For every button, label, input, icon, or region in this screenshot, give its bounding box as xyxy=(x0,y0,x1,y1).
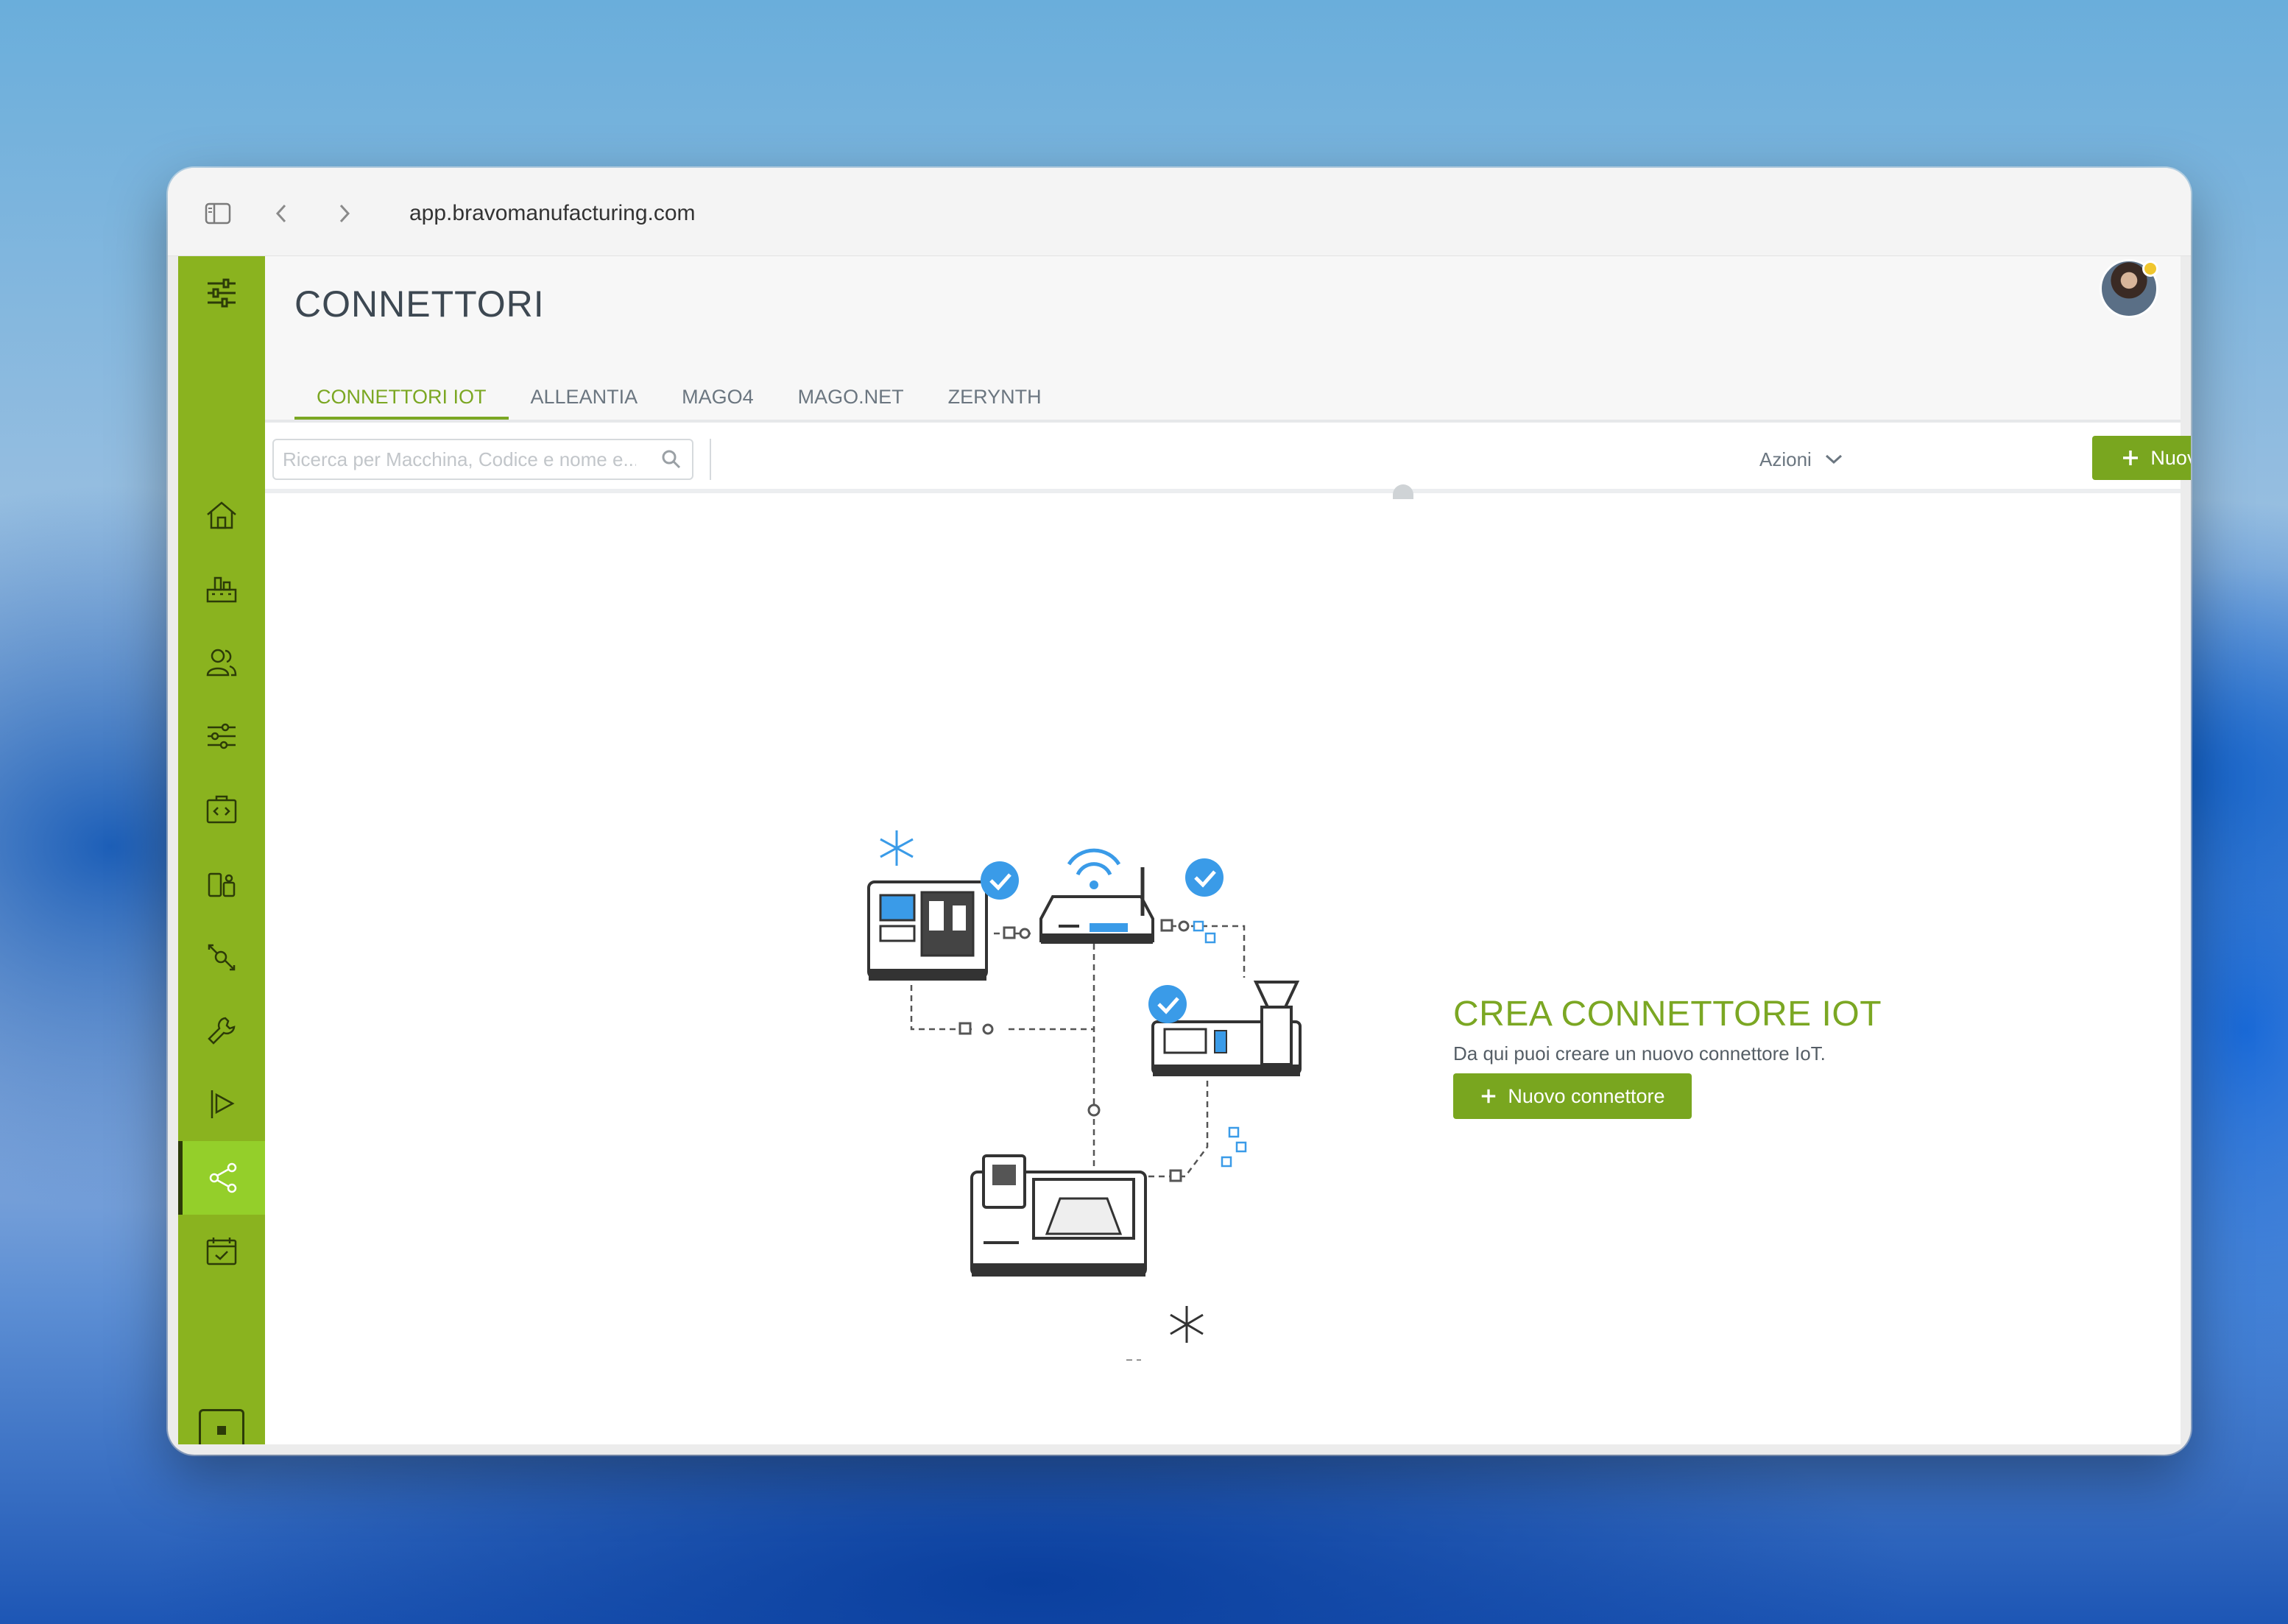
new-connector-label: Nuovo connettore xyxy=(2150,446,2191,469)
apps-grid-icon[interactable] xyxy=(199,1409,244,1444)
cnc-machine-icon xyxy=(867,880,988,981)
sidebar-item-workflow[interactable] xyxy=(178,920,265,994)
notification-badge xyxy=(2142,261,2158,277)
actions-label: Azioni xyxy=(1759,448,1812,470)
wrench-icon xyxy=(208,1017,236,1045)
router-icon xyxy=(1039,848,1154,944)
empty-state-button-label: Nuovo connettore xyxy=(1508,1084,1665,1107)
address-bar[interactable]: app.bravomanufacturing.com xyxy=(409,197,696,230)
sidebar-toggle-icon[interactable] xyxy=(202,197,234,230)
sidebar xyxy=(178,256,265,1444)
tab-mago-net[interactable]: MAGO.NET xyxy=(776,374,926,420)
share-icon xyxy=(209,1162,237,1193)
tab-alleantia[interactable]: ALLEANTIA xyxy=(509,374,660,420)
actions-dropdown[interactable]: Azioni xyxy=(1759,439,1844,480)
app-container: CONNETTORI CONNETTORI IOT ALLEANTIA MAGO… xyxy=(178,256,2191,1444)
settings-sliders-icon xyxy=(208,723,236,749)
iot-network-illustration xyxy=(867,830,1302,1360)
check-badge-icon xyxy=(981,861,1019,900)
check-badge-icon xyxy=(1148,985,1187,1023)
sparkle-blue-icon xyxy=(880,830,914,866)
plus-icon xyxy=(2123,451,2139,465)
sliders-icon xyxy=(208,278,236,308)
tab-connettori-iot[interactable]: CONNETTORI IOT xyxy=(294,374,509,420)
sidebar-item-home[interactable] xyxy=(178,479,265,552)
sidebar-menu-toggle[interactable] xyxy=(178,256,265,330)
play-flag-icon xyxy=(211,1090,235,1118)
sidebar-item-calendar[interactable] xyxy=(178,1215,265,1288)
search-icon[interactable] xyxy=(660,448,683,471)
code-briefcase-icon xyxy=(206,795,237,824)
lathe-machine-icon xyxy=(970,1154,1147,1277)
collapse-handle[interactable] xyxy=(1393,484,1413,499)
chevron-down-icon xyxy=(1825,454,1842,465)
empty-state-new-connector-button[interactable]: Nuovo connettore xyxy=(1453,1073,1692,1119)
workflow-icon xyxy=(208,944,236,971)
check-badge-icon xyxy=(1185,858,1224,897)
toolbar-separator xyxy=(710,439,711,480)
search-box xyxy=(272,439,693,480)
sidebar-item-devices[interactable] xyxy=(178,847,265,920)
sidebar-item-factory[interactable] xyxy=(178,552,265,626)
sidebar-item-start[interactable] xyxy=(178,1067,265,1141)
sidebar-item-maintenance[interactable] xyxy=(178,994,265,1067)
toolbar: Azioni Nuovo connettore xyxy=(265,423,2191,493)
devices-icon xyxy=(208,872,236,897)
browser-window: app.bravomanufacturing.com CONNETTORI CO… xyxy=(168,168,2191,1455)
sidebar-item-code[interactable] xyxy=(178,773,265,847)
page-title: CONNETTORI xyxy=(294,283,545,325)
calendar-check-icon xyxy=(206,1238,237,1265)
empty-state-title: CREA CONNETTORE IOT xyxy=(1453,995,1882,1034)
page-header: CONNETTORI CONNETTORI IOT ALLEANTIA MAGO… xyxy=(265,256,2181,423)
users-icon xyxy=(206,649,237,677)
browser-titlebar: app.bravomanufacturing.com xyxy=(168,168,2191,256)
sparkle-dark-icon xyxy=(1170,1306,1204,1343)
back-icon[interactable] xyxy=(265,197,297,230)
sidebar-item-users[interactable] xyxy=(178,626,265,699)
sidebar-item-settings[interactable] xyxy=(178,699,265,773)
plus-icon xyxy=(1482,1089,1496,1104)
search-input[interactable] xyxy=(283,448,636,471)
tab-bar: CONNETTORI IOT ALLEANTIA MAGO4 MAGO.NET … xyxy=(294,374,1064,420)
forward-icon[interactable] xyxy=(328,197,361,230)
tab-mago4[interactable]: MAGO4 xyxy=(660,374,776,420)
tab-zerynth[interactable]: ZERYNTH xyxy=(926,374,1064,420)
new-connector-button[interactable]: Nuovo connettore xyxy=(2092,436,2191,480)
sidebar-item-connectors[interactable] xyxy=(178,1141,265,1215)
factory-icon xyxy=(206,576,237,603)
home-icon xyxy=(207,501,236,529)
empty-state-subtitle: Da qui puoi creare un nuovo connettore I… xyxy=(1453,1042,1826,1065)
